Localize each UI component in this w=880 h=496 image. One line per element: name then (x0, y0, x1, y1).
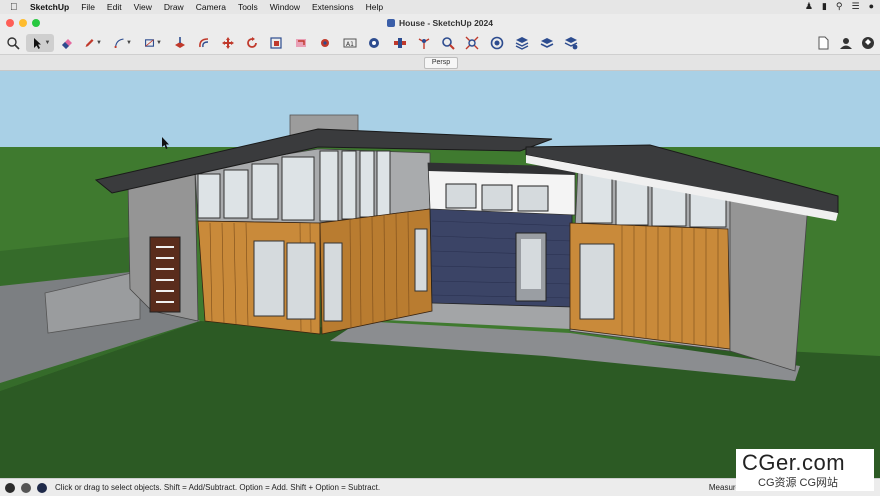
model-viewport[interactable] (0, 71, 880, 478)
move-icon[interactable] (219, 34, 237, 52)
blue-siding (429, 205, 573, 308)
main-toolbar: ▼ ▼ ▼ ▼ A1 (0, 32, 880, 55)
document-icon (386, 19, 395, 27)
arc-icon[interactable]: ▼ (114, 34, 132, 52)
search-spotlight-icon[interactable]: ⚲ (836, 1, 843, 12)
layers-icon[interactable] (513, 34, 531, 52)
menu-tools[interactable]: Tools (238, 2, 258, 12)
window-titlebar: House - SketchUp 2024 (0, 14, 880, 32)
right-gray-wall (729, 197, 809, 372)
search-icon[interactable] (4, 34, 22, 52)
center-upper-windows (445, 183, 549, 212)
info-icon[interactable] (5, 482, 15, 493)
side-window (414, 228, 428, 292)
control-center-icon[interactable]: ☰ (851, 1, 859, 12)
menu-extras: ♟ ▮ ⚲ ☰ ● (805, 1, 874, 12)
zoom-window-icon[interactable] (32, 19, 40, 27)
select-icon[interactable]: ▼ (26, 34, 54, 52)
eraser-icon[interactable] (58, 34, 76, 52)
siri-icon[interactable]: ● (869, 1, 874, 12)
push-pull-icon[interactable] (171, 34, 189, 52)
svg-text:A1: A1 (346, 41, 354, 48)
scale-icon[interactable] (267, 34, 285, 52)
front-door (149, 236, 181, 313)
rectangle-icon[interactable]: ▼ (144, 34, 162, 52)
watermark-title: CGer.com (742, 450, 846, 475)
house-model-scene (0, 71, 880, 478)
styles-icon[interactable] (562, 34, 580, 52)
minimize-window-icon[interactable] (19, 19, 27, 27)
zoom-icon[interactable] (439, 34, 457, 52)
traffic-lights (6, 19, 40, 27)
axes-icon[interactable] (415, 34, 433, 52)
zoom-extents-icon[interactable] (463, 34, 481, 52)
patio-door-glass (521, 239, 541, 289)
menu-window[interactable]: Window (270, 2, 300, 12)
offset-icon[interactable] (195, 34, 213, 52)
menu-extensions[interactable]: Extensions (312, 2, 354, 12)
lower-window-right (579, 243, 615, 320)
close-window-icon[interactable] (6, 19, 14, 27)
window-title: House - SketchUp 2024 (398, 18, 493, 28)
rotate-icon[interactable] (243, 34, 261, 52)
scene-tab-persp[interactable]: Persp (424, 57, 458, 69)
text-icon[interactable]: A1 (341, 34, 359, 52)
menu-app[interactable]: SketchUp (30, 2, 69, 12)
warehouse-icon[interactable] (488, 34, 506, 52)
tape-measure-icon[interactable] (365, 34, 383, 52)
lower-windows-left (253, 240, 343, 322)
menu-help[interactable]: Help (366, 2, 383, 12)
tags-icon[interactable] (538, 34, 556, 52)
watermark-subtitle: CG资源 CG网站 (758, 477, 839, 489)
menu-draw[interactable]: Draw (164, 2, 184, 12)
status-text: Click or drag to select objects. Shift =… (55, 483, 381, 492)
menu-camera[interactable]: Camera (196, 2, 226, 12)
new-document-icon[interactable] (814, 34, 832, 52)
user-status-icon[interactable]: ♟ (805, 1, 813, 12)
menu-file[interactable]: File (81, 2, 95, 12)
menu-view[interactable]: View (134, 2, 152, 12)
watermark: CGer.com CG资源 CG网站 (736, 449, 874, 491)
instructor-icon[interactable] (859, 34, 877, 52)
scene-tab-bar: Persp (0, 55, 880, 71)
battery-icon[interactable]: ▮ (822, 1, 827, 12)
apple-icon[interactable]:  (10, 2, 20, 13)
geo-location-icon[interactable] (37, 482, 47, 493)
menu-edit[interactable]: Edit (107, 2, 122, 12)
user-icon[interactable] (837, 34, 855, 52)
pencil-icon[interactable]: ▼ (84, 34, 102, 52)
section-icon[interactable] (391, 34, 409, 52)
paint-icon[interactable] (316, 34, 334, 52)
follow-me-icon[interactable] (292, 34, 310, 52)
menu-bar:  SketchUp File Edit View Draw Camera To… (0, 0, 880, 14)
credits-icon[interactable] (21, 482, 31, 493)
